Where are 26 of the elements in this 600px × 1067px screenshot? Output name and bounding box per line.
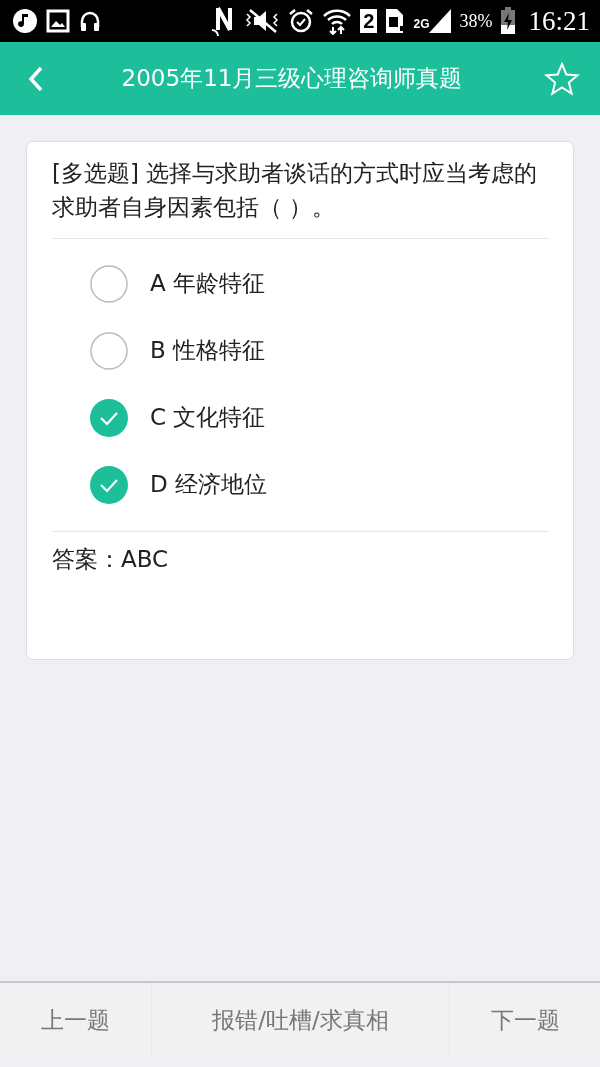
mute-icon <box>244 8 281 34</box>
sim-card-icon <box>385 8 406 34</box>
page-title: 2005年11月三级心理咨询师真题 <box>120 64 464 93</box>
radio-icon[interactable] <box>90 331 128 370</box>
clock-time: 16:21 <box>528 5 590 37</box>
alarm-clock-icon <box>288 8 315 34</box>
battery-charging-icon <box>500 7 517 35</box>
radio-icon[interactable] <box>90 264 128 303</box>
headphones-icon <box>78 9 102 33</box>
battery-level: 38% <box>459 10 493 32</box>
music-icon <box>12 8 38 34</box>
star-icon[interactable] <box>544 61 580 96</box>
image-icon <box>46 9 70 33</box>
checked-radio-icon[interactable] <box>90 465 128 504</box>
checked-radio-icon[interactable] <box>90 398 128 437</box>
question-text: [多选题] 选择与求助者谈话的方式时应当考虑的求助者自身因素包括（ ）。 <box>52 159 539 222</box>
option-label[interactable]: A 年龄特征 <box>150 268 266 299</box>
option-label[interactable]: B 性格特征 <box>150 335 266 366</box>
back-icon[interactable] <box>28 65 44 92</box>
answer-text: 答案：ABC <box>52 545 170 574</box>
sim-slot-badge: 2 <box>360 9 378 33</box>
option-label[interactable]: D 经济地位 <box>150 469 268 500</box>
network-type: 2G <box>413 16 430 31</box>
signal-icon <box>429 9 452 33</box>
option-label[interactable]: C 文化特征 <box>150 402 266 433</box>
wifi-icon <box>322 7 353 35</box>
